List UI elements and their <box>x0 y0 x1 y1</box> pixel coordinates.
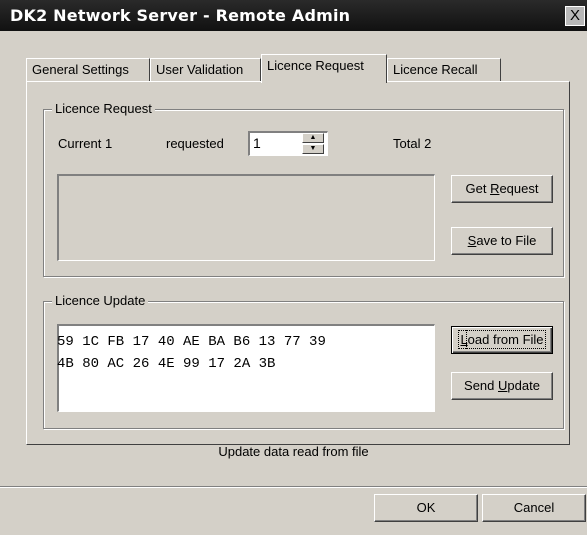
tab-label: General Settings <box>32 62 129 77</box>
button-label: pdate <box>507 378 540 393</box>
button-accel: L <box>460 332 468 347</box>
ok-button[interactable]: OK <box>374 494 478 522</box>
button-label: equest <box>499 181 539 196</box>
current-label: Current 1 <box>58 136 113 151</box>
tab-user-validation[interactable]: User Validation <box>150 58 261 82</box>
send-update-button[interactable]: Send Update <box>451 372 553 400</box>
button-label: OK <box>416 500 436 515</box>
button-label: Send <box>464 378 499 393</box>
title-bar: DK2 Network Server - Remote Admin X <box>0 0 587 31</box>
request-textarea[interactable] <box>57 174 435 261</box>
status-text: Update data read from file <box>218 444 369 459</box>
get-request-button[interactable]: Get Request <box>451 175 553 203</box>
load-from-file-button[interactable]: Load from File <box>451 326 553 354</box>
spin-down-icon[interactable]: ▼ <box>302 144 324 154</box>
tab-general-settings[interactable]: General Settings <box>26 58 150 82</box>
window-title: DK2 Network Server - Remote Admin <box>10 6 351 25</box>
cancel-button[interactable]: Cancel <box>482 494 586 522</box>
tab-label: Licence Recall <box>393 62 478 77</box>
tab-licence-request[interactable]: Licence Request <box>261 54 387 83</box>
tab-label: User Validation <box>156 62 244 77</box>
hex-line: 59 1C FB 17 40 AE BA B6 13 77 39 <box>57 334 326 350</box>
footer-separator <box>0 486 587 488</box>
remote-admin-dialog: DK2 Network Server - Remote Admin X Gene… <box>0 0 587 535</box>
close-icon: X <box>569 7 580 24</box>
group-label: Licence Request <box>52 101 155 116</box>
spin-up-icon[interactable]: ▲ <box>302 133 324 143</box>
tab-label: Licence Request <box>267 58 364 73</box>
button-label: Cancel <box>513 500 555 515</box>
tab-licence-recall[interactable]: Licence Recall <box>387 58 501 82</box>
button-label: ave to File <box>476 233 537 248</box>
button-label: oad from File <box>465 330 546 349</box>
save-to-file-button[interactable]: Save to File <box>451 227 553 255</box>
requested-label: requested <box>166 136 224 151</box>
close-button[interactable]: X <box>565 6 585 26</box>
button-accel: U <box>498 378 508 393</box>
total-label: Total 2 <box>393 136 432 151</box>
button-label: Get <box>465 181 491 196</box>
hex-line: 4B 80 AC 26 4E 99 17 2A 3B <box>57 356 276 372</box>
requested-spinner: ▲ ▼ <box>302 133 324 154</box>
update-hex-data: 59 1C FB 17 40 AE BA B6 13 77 39 4B 80 AC… <box>57 331 326 375</box>
group-label: Licence Update <box>52 293 149 308</box>
